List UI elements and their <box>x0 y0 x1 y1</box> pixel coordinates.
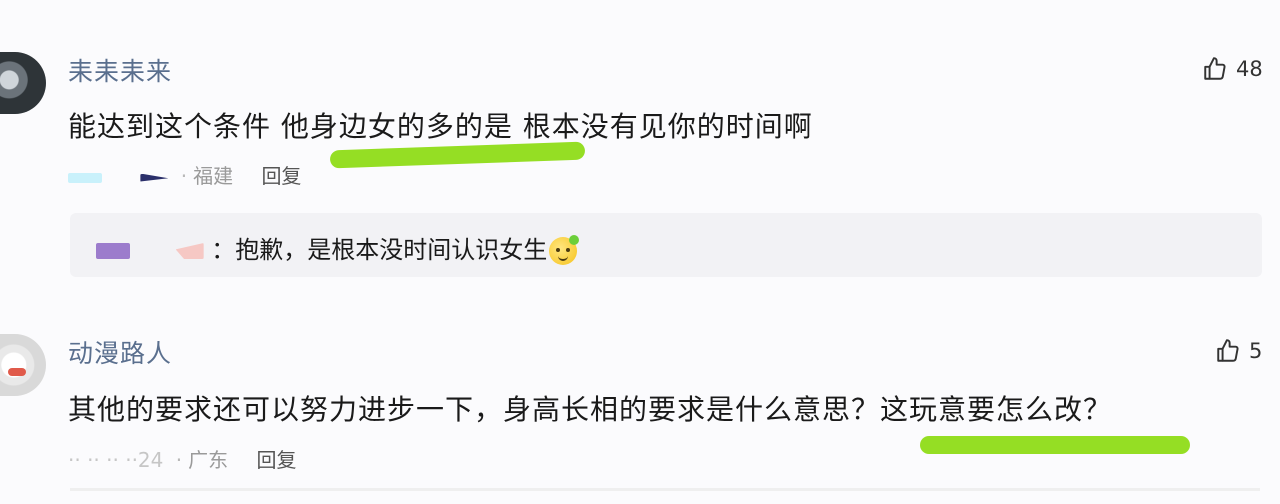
comment-username[interactable]: 动漫路人 <box>68 334 172 370</box>
blurred-username <box>96 243 130 259</box>
thumbs-up-icon <box>1217 339 1239 362</box>
comment-meta: ·· ·· ·· ··24 · 广东 回复 <box>68 448 297 472</box>
avatar[interactable] <box>0 52 46 114</box>
comment-text: 其他的要求还可以努力进步一下，身高长相的要求是什么意思？这玩意要怎么改？ <box>68 393 1113 426</box>
reply-button[interactable]: 回复 <box>261 164 301 188</box>
thumbs-up-icon <box>1204 57 1226 80</box>
comment-text: 能达到这个条件 他身边女的多的是 根本没有见你的时间啊 <box>68 110 813 143</box>
divider <box>70 488 1260 491</box>
avatar[interactable] <box>0 334 46 396</box>
highlight-mark <box>920 436 1190 454</box>
like-button[interactable]: 48 <box>1202 56 1263 82</box>
like-button[interactable]: 5 <box>1215 338 1262 364</box>
like-count: 48 <box>1236 57 1263 81</box>
reply-button[interactable]: 回复 <box>256 448 296 472</box>
smiley-emoji-icon <box>549 235 580 265</box>
blurred-username <box>175 243 204 259</box>
comment-username[interactable]: 耒耒耒来 <box>68 52 172 88</box>
highlight-mark <box>329 141 586 169</box>
reply-item[interactable]: ：抱歉，是根本没时间认识女生 <box>96 230 580 265</box>
reply-text: ：抱歉，是根本没时间认识女生 <box>211 236 548 264</box>
blurred-date <box>140 173 169 182</box>
comment-location: 福建 <box>193 164 234 188</box>
blurred-date <box>68 172 102 183</box>
like-count: 5 <box>1249 339 1263 363</box>
comment-location: 广东 <box>188 448 229 472</box>
comment-date: ·· ·· ·· ··24 <box>68 448 164 472</box>
comment-meta: · 福建 回复 <box>68 160 301 189</box>
